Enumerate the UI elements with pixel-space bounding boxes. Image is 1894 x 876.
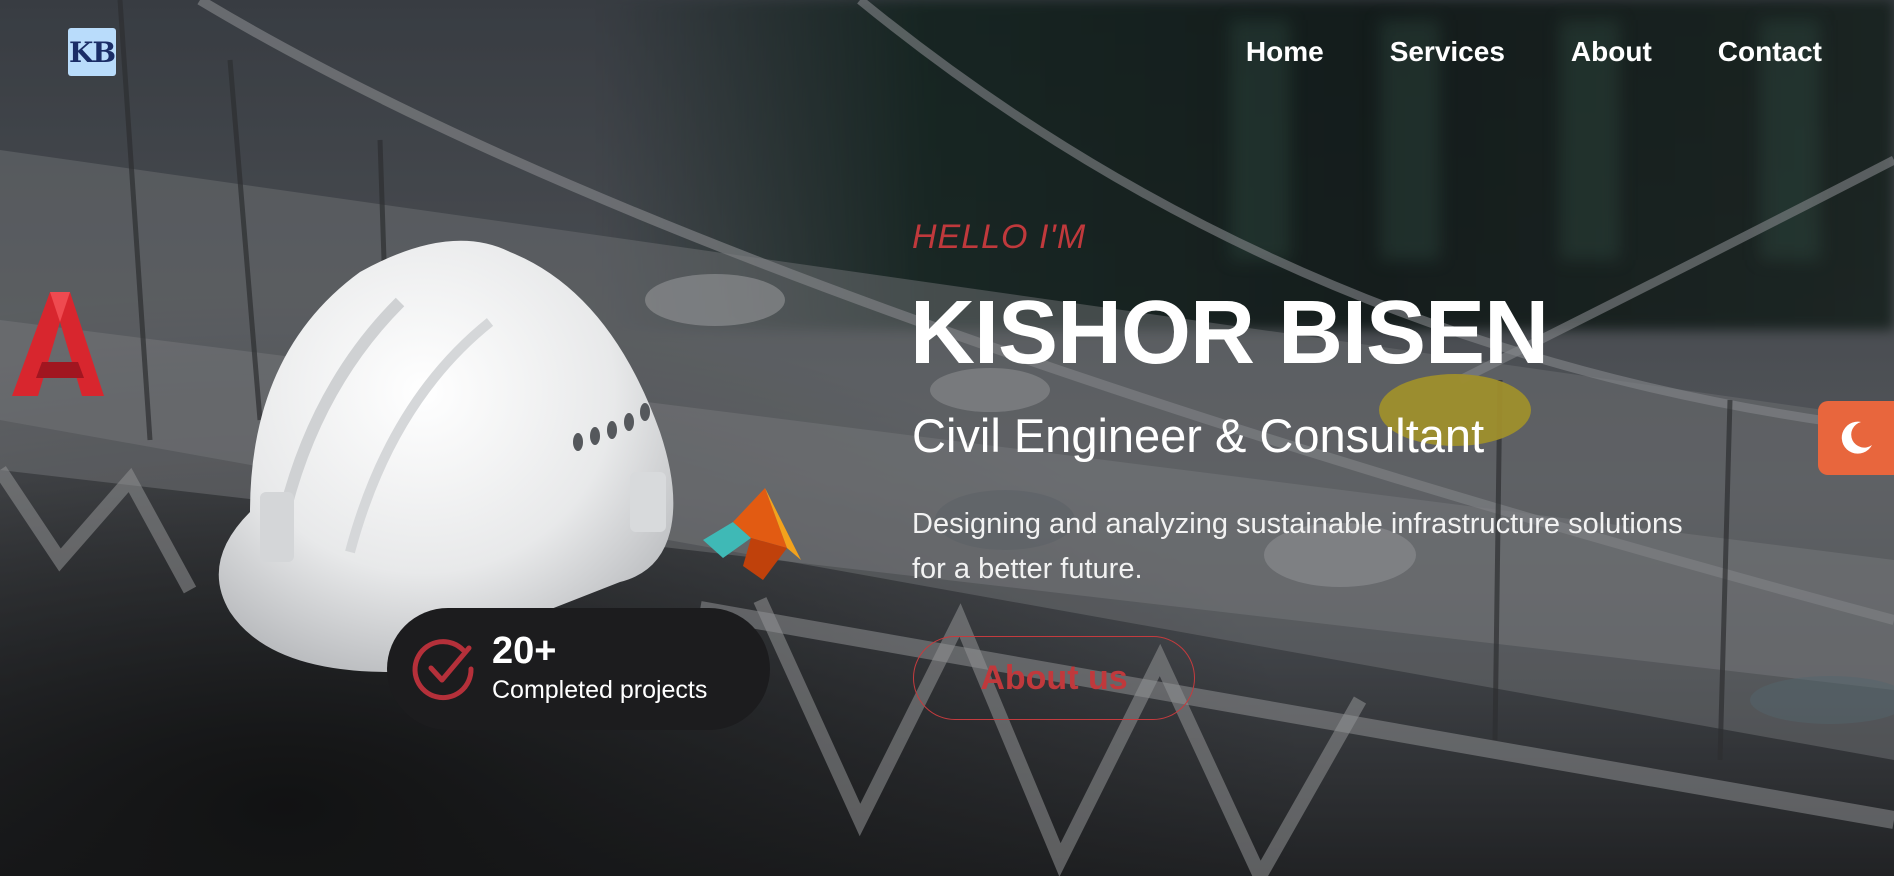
theme-toggle-button[interactable]: [1818, 401, 1894, 475]
check-circle-icon: [412, 639, 474, 701]
hero-description: Designing and analyzing sustainable infr…: [912, 508, 1683, 585]
hero-role: Civil Engineer & Consultant: [912, 409, 1485, 462]
nav-home-link[interactable]: Home: [1246, 36, 1324, 68]
stats-badge: 20+ Completed projects: [387, 608, 770, 730]
stats-label: Completed projects: [492, 676, 708, 704]
nav-about-link[interactable]: About: [1571, 36, 1652, 68]
hard-hat-image: [218, 240, 674, 672]
autocad-logo-icon: [12, 292, 104, 396]
nav-contact-link[interactable]: Contact: [1718, 36, 1822, 68]
matlab-logo-icon: [703, 488, 801, 580]
moon-icon: [1841, 421, 1872, 454]
hero-greeting: HELLO I'M: [912, 218, 1087, 256]
hero-name: KISHOR BISEN: [910, 283, 1549, 383]
main-nav: Home Services About Contact: [1246, 36, 1822, 68]
stats-count: 20+: [492, 630, 557, 672]
site-logo[interactable]: KB: [68, 28, 116, 76]
about-us-button[interactable]: About us: [913, 636, 1195, 720]
nav-services-link[interactable]: Services: [1390, 36, 1505, 68]
